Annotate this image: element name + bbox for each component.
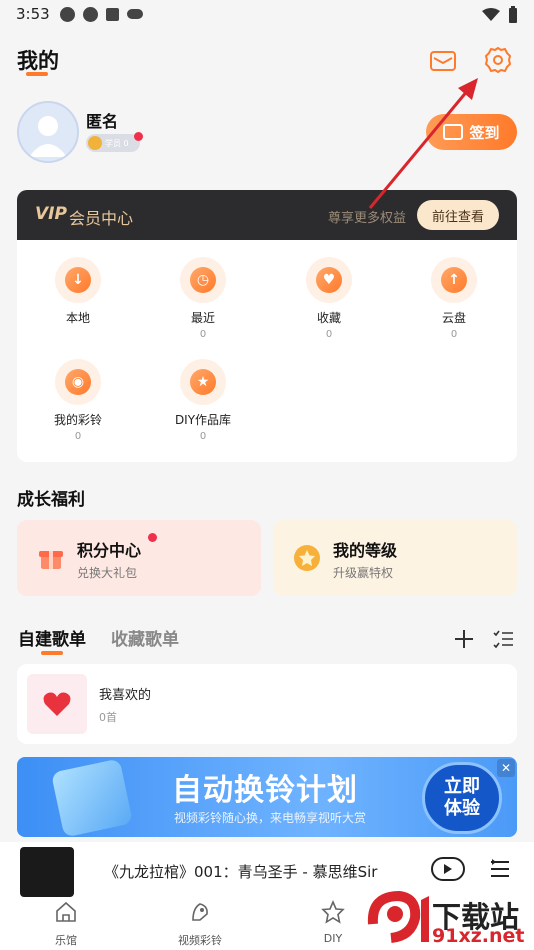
playlist-name: 我喜欢的	[99, 688, 152, 703]
nav-label: 乐馆	[55, 934, 77, 947]
quick-access-grid: ↓ 本地 ◷ 最近 0 ♥ 收藏 0 ↑ 云盘 0 ◉ 我的彩铃 0 ★ DIY…	[17, 240, 517, 462]
grid-label: 我的彩铃	[53, 413, 102, 427]
section-title-welfare: 成长福利	[17, 490, 85, 510]
gear-icon	[485, 47, 511, 73]
app-notification-icon	[82, 6, 98, 22]
app-notification-icon	[59, 6, 75, 22]
add-playlist-icon[interactable]	[453, 628, 475, 650]
grid-label: 收藏	[316, 311, 341, 325]
grid-item-recent[interactable]: ◷ 最近 0	[153, 257, 253, 340]
play-icon	[444, 864, 452, 874]
playlist-thumbnail	[27, 674, 87, 734]
grid-label: DIY作品库	[174, 413, 232, 427]
nav-label: 视频彩铃	[178, 934, 222, 947]
cloud-upload-icon: ↑	[431, 257, 477, 303]
app-notification-icon	[126, 9, 143, 19]
tab-collected-playlists[interactable]: 收藏歌单	[111, 625, 179, 650]
nav-label: DIY	[323, 932, 343, 945]
star-icon: ★	[180, 359, 226, 405]
points-center-card[interactable]: 积分中心 兑换大礼包	[17, 520, 261, 596]
banner-cta-button[interactable]: 立即 体验	[422, 762, 502, 834]
nav-item-music-hall[interactable]: 乐馆	[26, 900, 106, 948]
star-icon	[321, 899, 345, 924]
grid-count: 0	[199, 431, 207, 442]
my-level-card[interactable]: 我的等级 升级赢特权	[273, 520, 517, 596]
battery-icon	[509, 6, 517, 23]
app-notification-icon	[105, 7, 119, 21]
vip-title: 会员中心	[69, 209, 134, 228]
banner-cta-line2: 体验	[444, 798, 480, 819]
grid-count: 0	[199, 329, 207, 340]
title-underline	[26, 72, 48, 76]
list-item[interactable]: 我喜欢的 0首	[17, 664, 517, 744]
vip-subtitle: 尊享更多权益	[328, 211, 407, 226]
heart-icon: ♥	[306, 257, 352, 303]
calendar-icon	[443, 124, 464, 140]
manage-list-icon[interactable]	[492, 628, 514, 650]
banner-subtitle: 视频彩铃随心换，来电畅享视听大赏	[174, 811, 367, 825]
play-button[interactable]	[431, 857, 465, 881]
watermark-url: 91xz.net	[432, 925, 525, 947]
grid-item-favorites[interactable]: ♥ 收藏 0	[279, 257, 379, 340]
mail-button[interactable]	[429, 48, 457, 74]
signin-button[interactable]: 签到	[426, 114, 517, 150]
grid-count: 0	[450, 329, 458, 340]
status-time: 3:53	[16, 5, 50, 23]
notification-dot	[148, 533, 157, 542]
home-icon	[56, 901, 76, 922]
star-medal-icon	[294, 545, 320, 571]
grid-label: 本地	[65, 311, 90, 325]
points-subtitle: 兑换大礼包	[77, 566, 138, 580]
clock-icon: ◷	[180, 257, 226, 303]
queue-icon[interactable]	[489, 858, 511, 880]
user-avatar-icon	[29, 116, 67, 157]
grid-item-local[interactable]: ↓ 本地	[28, 257, 128, 329]
points-title: 积分中心	[77, 541, 142, 560]
grid-item-ringtones[interactable]: ◉ 我的彩铃 0	[28, 359, 128, 442]
grid-item-cloud[interactable]: ↑ 云盘 0	[404, 257, 504, 340]
album-cover	[20, 847, 74, 897]
tab-underline	[41, 651, 63, 655]
vip-view-button[interactable]: 前往查看	[417, 200, 499, 230]
nav-item-diy[interactable]: DIY	[293, 899, 373, 945]
video-ringtone-icon	[192, 903, 208, 921]
username[interactable]: 匿名	[86, 108, 118, 132]
level-label: 学员 0	[105, 138, 129, 148]
medal-icon	[88, 136, 102, 150]
now-playing-title: 《九龙拉棺》001：青乌圣手 - 慕思维Sir	[104, 863, 378, 881]
folder-download-icon: ↓	[55, 257, 101, 303]
banner-title: 自动换铃计划	[172, 773, 358, 808]
gift-icon	[39, 551, 63, 569]
grid-label: 最近	[190, 311, 215, 325]
tab-created-playlists[interactable]: 自建歌单	[18, 625, 86, 650]
heart-icon	[43, 692, 71, 716]
signin-label: 签到	[469, 123, 500, 142]
grid-count: 0	[325, 329, 333, 340]
bell-icon: ◉	[55, 359, 101, 405]
level-badge[interactable]: 学员 0	[86, 134, 140, 152]
grid-item-diy-library[interactable]: ★ DIY作品库 0	[153, 359, 253, 442]
avatar[interactable]	[17, 101, 79, 163]
settings-button[interactable]	[483, 45, 513, 75]
phone-illustration	[50, 758, 134, 837]
nav-item-video-ringtone[interactable]: 视频彩铃	[160, 900, 240, 948]
grid-label: 云盘	[441, 311, 466, 325]
mail-icon	[430, 51, 456, 71]
vip-bar[interactable]: VIP 会员中心 尊享更多权益 前往查看	[17, 190, 517, 240]
wifi-icon	[482, 8, 500, 21]
status-bar: 3:53	[0, 0, 534, 28]
promo-banner[interactable]: 自动换铃计划 视频彩铃随心换，来电畅享视听大赏 立即 体验 ✕	[17, 757, 517, 837]
level-title: 我的等级	[333, 541, 398, 560]
grid-count: 0	[74, 431, 82, 442]
playlist-count: 0首	[99, 711, 117, 724]
page-title: 我的	[17, 49, 59, 73]
vip-logo: VIP	[35, 204, 67, 224]
close-icon[interactable]: ✕	[497, 759, 515, 777]
notification-dot	[134, 132, 143, 141]
level-subtitle: 升级赢特权	[333, 566, 394, 580]
banner-cta-line1: 立即	[444, 776, 480, 797]
